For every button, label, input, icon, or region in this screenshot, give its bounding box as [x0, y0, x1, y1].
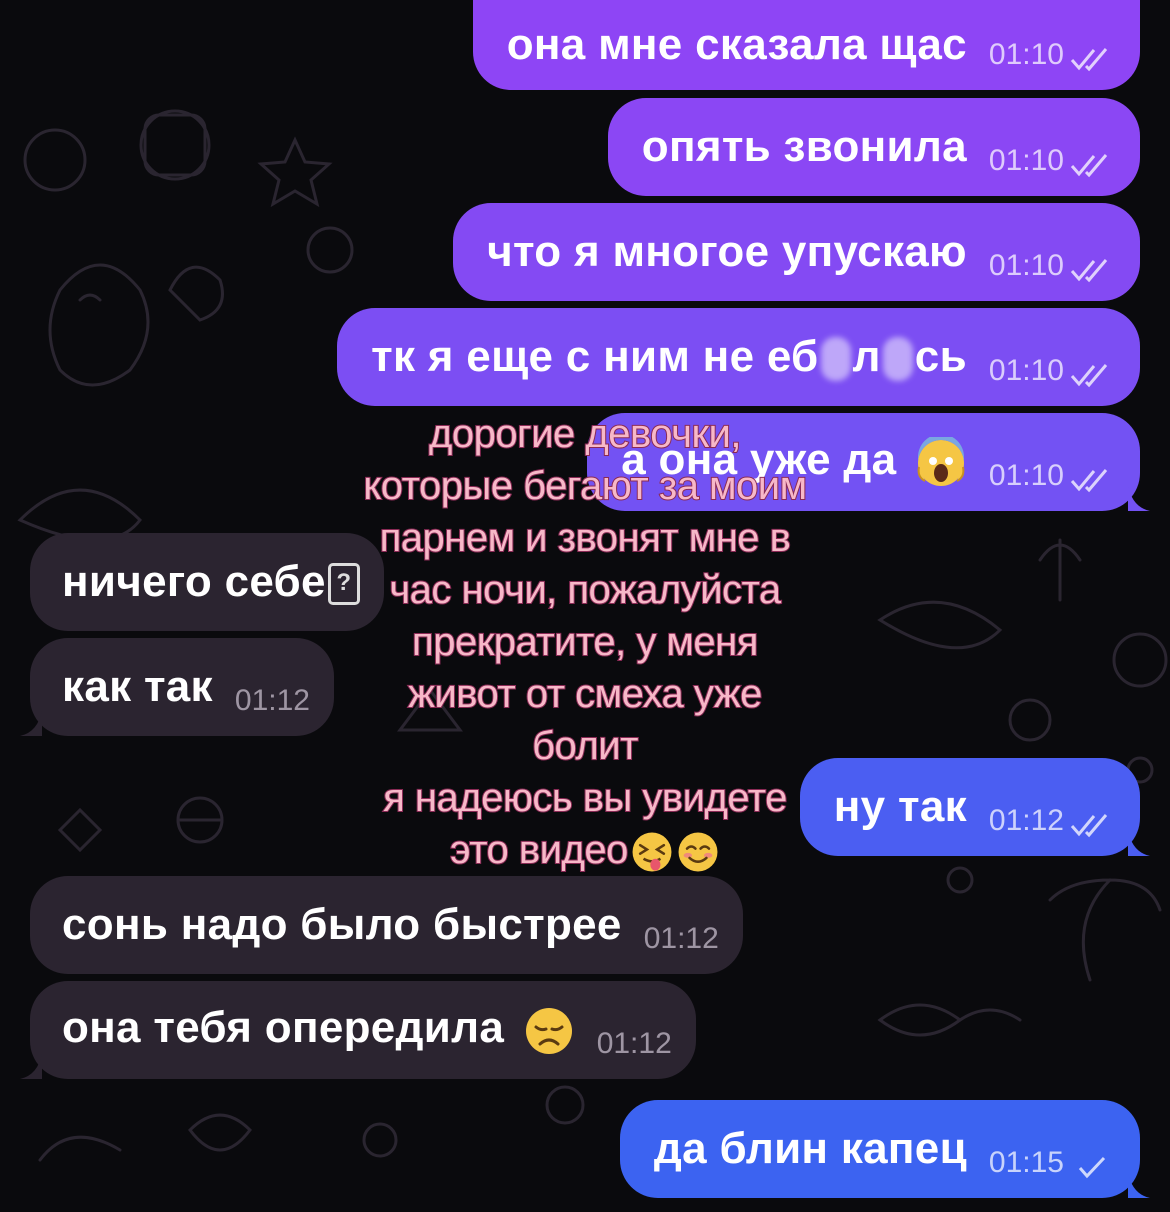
- message-text: как так: [62, 662, 213, 711]
- message-time: 01:12: [988, 804, 1064, 837]
- double-check-icon: [1070, 364, 1108, 388]
- message-text: она мне сказала щас: [506, 20, 967, 69]
- message-bubble-outgoing[interactable]: что я многое упускаю 01:10: [453, 203, 1140, 301]
- message-time: 01:10: [988, 249, 1064, 282]
- message-time: 01:10: [988, 144, 1064, 177]
- message-bubble-incoming[interactable]: она тебя опередила 01:12: [20, 981, 696, 1079]
- caption-overlay: дорогие девочки, которые бегают за моим …: [290, 408, 880, 876]
- message-bubble-incoming[interactable]: сонь надо было быстрее 01:12: [30, 876, 743, 974]
- message-time: 01:10: [988, 354, 1064, 387]
- message-bubble-incoming[interactable]: как так 01:12: [20, 638, 334, 736]
- message-bubble-outgoing[interactable]: да блин капец 01:15: [619, 1100, 1150, 1198]
- caption-line: которые бегают за моим: [362, 463, 808, 509]
- message-text: тк я еще с ним не еб л сь: [371, 332, 967, 382]
- message-bubble-outgoing[interactable]: тк я еще с ним не еб л сь 01:10: [337, 308, 1140, 406]
- screaming-face-emoji-icon: [917, 436, 965, 486]
- caption-line: дорогие девочки,: [428, 411, 742, 457]
- message-time: 01:10: [988, 459, 1064, 492]
- message-bubble-outgoing[interactable]: она мне сказала щас 01:10: [472, 0, 1140, 90]
- caption-line-last: это видео: [290, 824, 880, 876]
- double-check-icon: [1070, 48, 1108, 72]
- message-text: опять звонила: [641, 122, 967, 171]
- caption-line: живот от смеха уже: [407, 671, 763, 717]
- caption-line: болит: [531, 723, 639, 769]
- bubble-tail: [1128, 1172, 1150, 1198]
- censor-blur: [820, 337, 851, 382]
- message-time: 01:15: [988, 1146, 1064, 1179]
- disappointed-face-emoji-icon: [525, 1007, 572, 1054]
- single-check-icon: [1078, 1156, 1106, 1179]
- message-time: 01:10: [988, 38, 1064, 71]
- message-text: сонь надо было быстрее: [62, 900, 622, 949]
- bubble-tail: [1128, 830, 1150, 856]
- double-check-icon: [1070, 814, 1108, 838]
- double-check-icon: [1070, 154, 1108, 178]
- message-text: что я многое упускаю: [487, 227, 967, 276]
- caption-line: парнем и звонят мне в: [379, 515, 792, 561]
- bubble-tail: [20, 710, 42, 736]
- smiling-blush-emoji-icon: [678, 832, 718, 872]
- double-check-icon: [1070, 259, 1108, 283]
- bubble-tail: [1128, 485, 1150, 511]
- caption-line: час ночи, пожалуйста: [388, 567, 782, 613]
- message-time: 01:12: [596, 1027, 672, 1060]
- message-text: да блин капец: [653, 1124, 967, 1173]
- caption-line: прекратите, у меня: [411, 619, 759, 665]
- censor-blur: [882, 337, 913, 382]
- message-text: она тебя опередила: [62, 1003, 575, 1056]
- caption-line: я надеюсь вы увидете: [382, 775, 788, 821]
- message-bubble-outgoing[interactable]: опять звонила 01:10: [607, 98, 1140, 196]
- bubble-tail: [20, 1053, 42, 1079]
- message-time: 01:12: [643, 922, 719, 955]
- double-check-icon: [1070, 469, 1108, 493]
- squinting-tongue-emoji-icon: [632, 832, 672, 872]
